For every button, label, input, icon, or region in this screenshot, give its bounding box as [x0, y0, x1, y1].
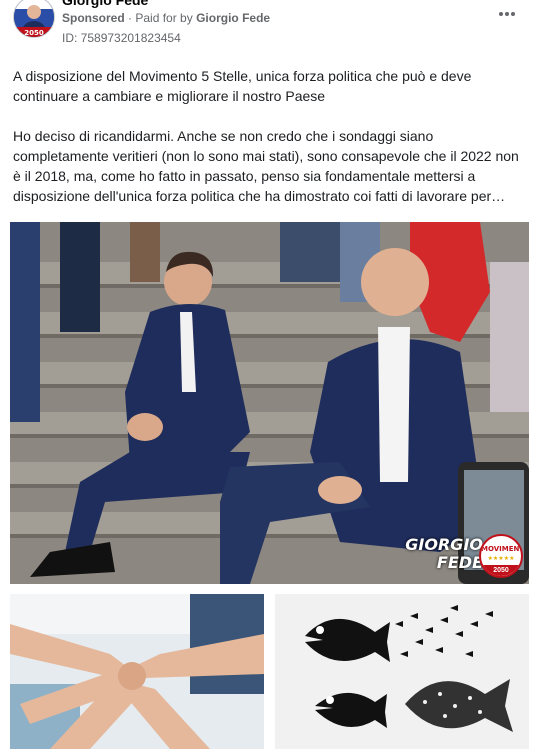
- post-paragraph-2: Ho deciso di ricandidarmi. Anche se non …: [13, 128, 519, 204]
- meta-separator: ·: [128, 11, 133, 25]
- hands-stack-image: [10, 594, 264, 749]
- post-text: A disposizione del Movimento 5 Stelle, u…: [13, 66, 525, 226]
- logo-bottom-text: 2050: [481, 565, 521, 576]
- photo-two-men-on-steps: [10, 222, 529, 584]
- fish-illustration-image: [275, 594, 529, 749]
- paid-for-prefix: Paid for by: [135, 11, 193, 25]
- post-header: 2050 Giorgio Fede Sponsored · Paid for b…: [0, 0, 539, 52]
- post-paragraph-1: A disposizione del Movimento 5 Stelle, u…: [13, 68, 472, 104]
- sponsored-line: Sponsored · Paid for by Giorgio Fede: [62, 11, 270, 25]
- thumbnail-hands-together[interactable]: [10, 594, 264, 749]
- author-name[interactable]: Giorgio Fede: [62, 0, 148, 8]
- avatar-image: 2050: [14, 0, 54, 37]
- avatar-badge-text: 2050: [24, 29, 44, 37]
- ad-id: ID: 758973201823454: [62, 31, 181, 45]
- brand-watermark: GIORGIO FEDE: [405, 536, 483, 572]
- paid-for-name[interactable]: Giorgio Fede: [196, 11, 270, 25]
- ellipsis-icon[interactable]: [495, 6, 519, 22]
- sponsored-label: Sponsored: [62, 11, 125, 25]
- movimento-logo: MOVIMENTO ★★★★★ 2050: [479, 534, 523, 578]
- main-photo[interactable]: GIORGIO FEDE MOVIMENTO ★★★★★ 2050: [10, 222, 529, 584]
- brand-line-2: FEDE: [436, 553, 483, 572]
- author-avatar[interactable]: 2050: [13, 0, 55, 38]
- brand-line-1: GIORGIO: [405, 535, 483, 554]
- logo-stars: ★★★★★: [487, 556, 515, 562]
- thumbnail-fish-illustration[interactable]: [275, 594, 529, 749]
- logo-top-text: MOVIMENTO: [481, 545, 521, 553]
